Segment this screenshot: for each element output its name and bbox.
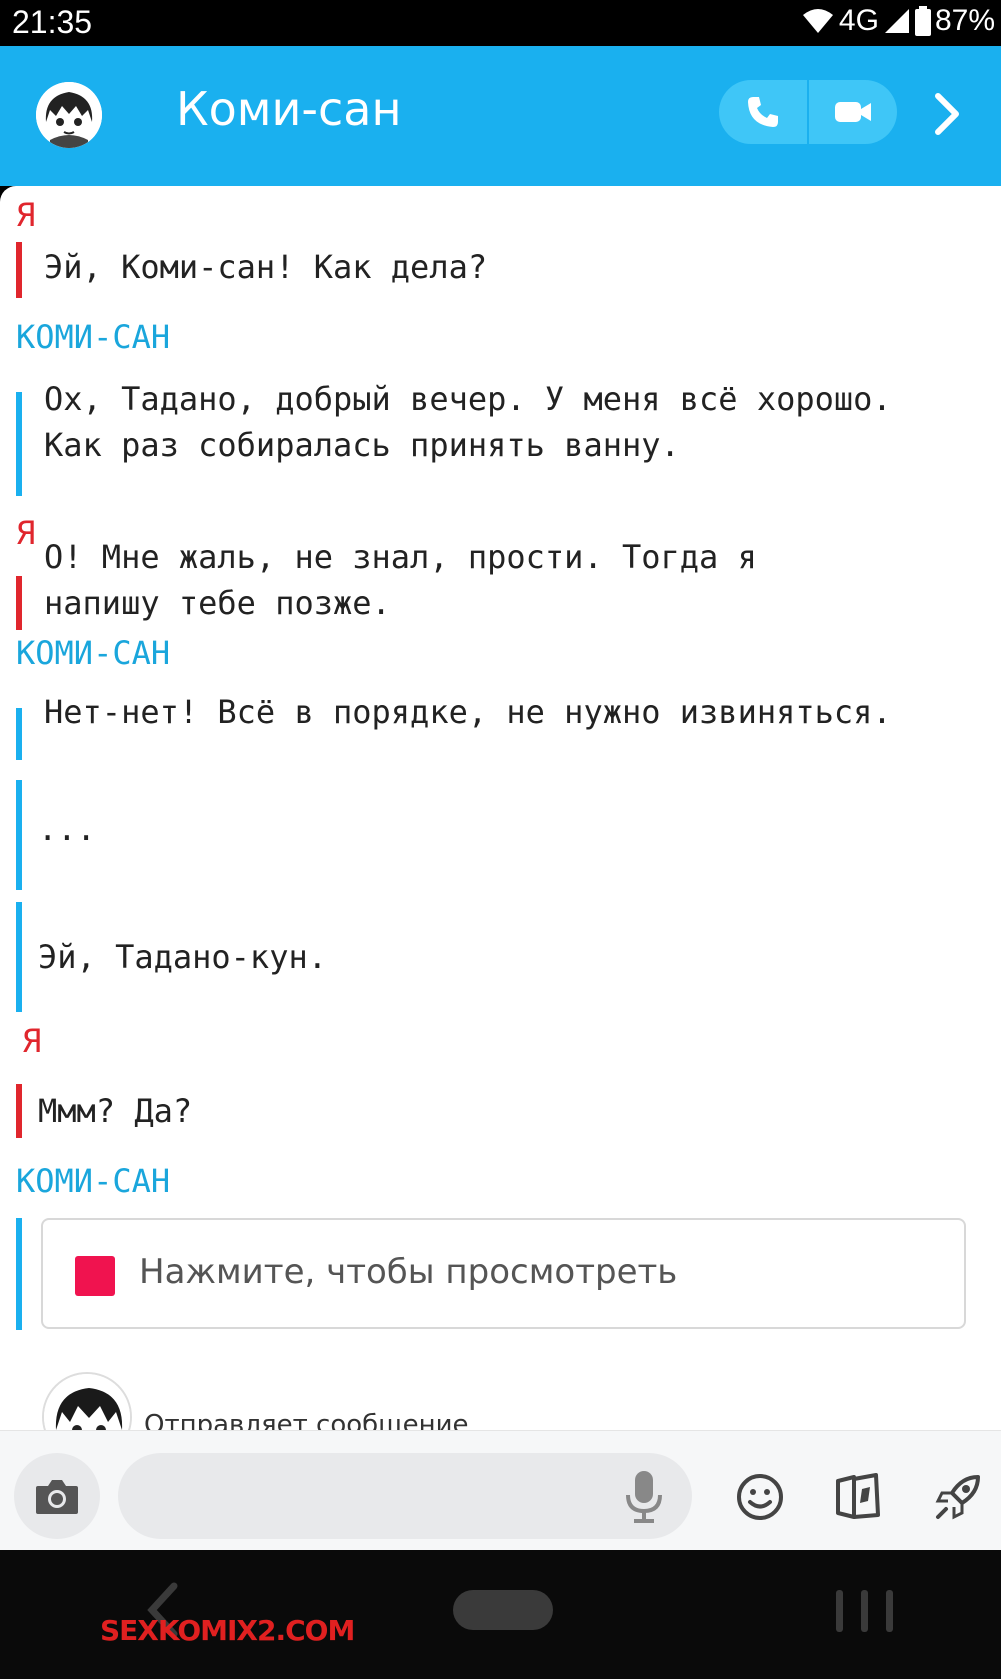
message-bar bbox=[16, 576, 22, 630]
watermark-part: SEX bbox=[100, 1614, 159, 1647]
chevron-right-icon[interactable] bbox=[930, 92, 966, 136]
status-indicators: 4G 87% bbox=[801, 4, 995, 38]
message-bar bbox=[16, 1084, 22, 1138]
system-nav-bar: SEXKOMIX2.COM bbox=[0, 1550, 1001, 1679]
sender-label: КОМИ-САН bbox=[16, 1162, 171, 1200]
message-text: Как раз собиралась принять ванну. bbox=[44, 426, 680, 464]
battery-percent: 87% bbox=[934, 4, 995, 37]
chat-thread[interactable]: Я Эй, Коми-сан! Как дела? КОМИ-САН Ох, Т… bbox=[0, 186, 1001, 1430]
camera-icon bbox=[36, 1480, 78, 1514]
page-title: Коми-сан bbox=[176, 82, 402, 136]
composer-bar bbox=[0, 1430, 1001, 1550]
voice-call-button[interactable] bbox=[719, 80, 807, 144]
sender-label: КОМИ-САН bbox=[16, 634, 171, 672]
media-icon bbox=[75, 1256, 115, 1296]
message-bar bbox=[16, 1218, 22, 1330]
wifi-icon bbox=[802, 9, 833, 33]
message-text: Эй, Коми-сан! Как дела? bbox=[44, 248, 488, 286]
phone-icon bbox=[748, 97, 778, 127]
avatar[interactable] bbox=[36, 82, 102, 148]
typing-avatar bbox=[42, 1372, 132, 1430]
message-bar bbox=[16, 902, 22, 1012]
network-label: 4G bbox=[838, 4, 879, 37]
message-text: Ммм? Да? bbox=[38, 1092, 193, 1130]
battery-icon bbox=[914, 6, 931, 36]
signal-icon bbox=[884, 9, 909, 33]
message-text: напишу тебе позже. bbox=[44, 584, 391, 622]
sender-label: КОМИ-САН bbox=[16, 318, 171, 356]
microphone-icon[interactable] bbox=[622, 1469, 666, 1525]
message-bar bbox=[16, 392, 22, 496]
message-text: ... bbox=[38, 810, 96, 848]
avatar-illustration bbox=[36, 82, 102, 148]
home-icon[interactable] bbox=[453, 1590, 553, 1630]
message-text: Нет-нет! Всё в порядке, не нужно извинят… bbox=[44, 693, 892, 731]
message-bar bbox=[16, 242, 22, 298]
call-actions bbox=[719, 80, 897, 144]
video-call-button[interactable] bbox=[809, 80, 897, 144]
status-time: 21:35 bbox=[12, 4, 93, 40]
rocket-icon[interactable] bbox=[932, 1471, 984, 1523]
sticker-icon[interactable] bbox=[832, 1471, 884, 1523]
message-bar bbox=[16, 780, 22, 890]
recent-apps-icon[interactable] bbox=[830, 1586, 900, 1636]
camera-button[interactable] bbox=[14, 1453, 100, 1539]
video-camera-icon bbox=[835, 102, 871, 122]
message-bar bbox=[16, 708, 22, 760]
message-text: О! Мне жаль, не знал, прости. Тогда я bbox=[44, 538, 757, 576]
watermark: SEXKOMIX2.COM bbox=[100, 1614, 355, 1647]
sender-label: Я bbox=[22, 1022, 42, 1060]
message-input[interactable] bbox=[118, 1453, 692, 1539]
watermark-part: KOMIX2.COM bbox=[157, 1614, 355, 1647]
media-preview-card[interactable]: Нажмите, чтобы просмотреть bbox=[41, 1218, 966, 1329]
media-label: Нажмите, чтобы просмотреть bbox=[139, 1252, 678, 1292]
status-bar: 21:35 4G 87% bbox=[0, 0, 1001, 46]
chat-header: Коми-сан bbox=[0, 46, 1001, 186]
avatar-illustration bbox=[44, 1374, 130, 1430]
sender-label: Я bbox=[16, 196, 36, 234]
typing-indicator: Отправляет сообщение bbox=[144, 1410, 469, 1430]
emoji-icon[interactable] bbox=[734, 1471, 786, 1523]
message-text: Эй, Тадано-кун. bbox=[38, 938, 327, 976]
sender-label: Я bbox=[16, 514, 36, 552]
message-text: Ох, Тадано, добрый вечер. У меня всё хор… bbox=[44, 380, 892, 418]
